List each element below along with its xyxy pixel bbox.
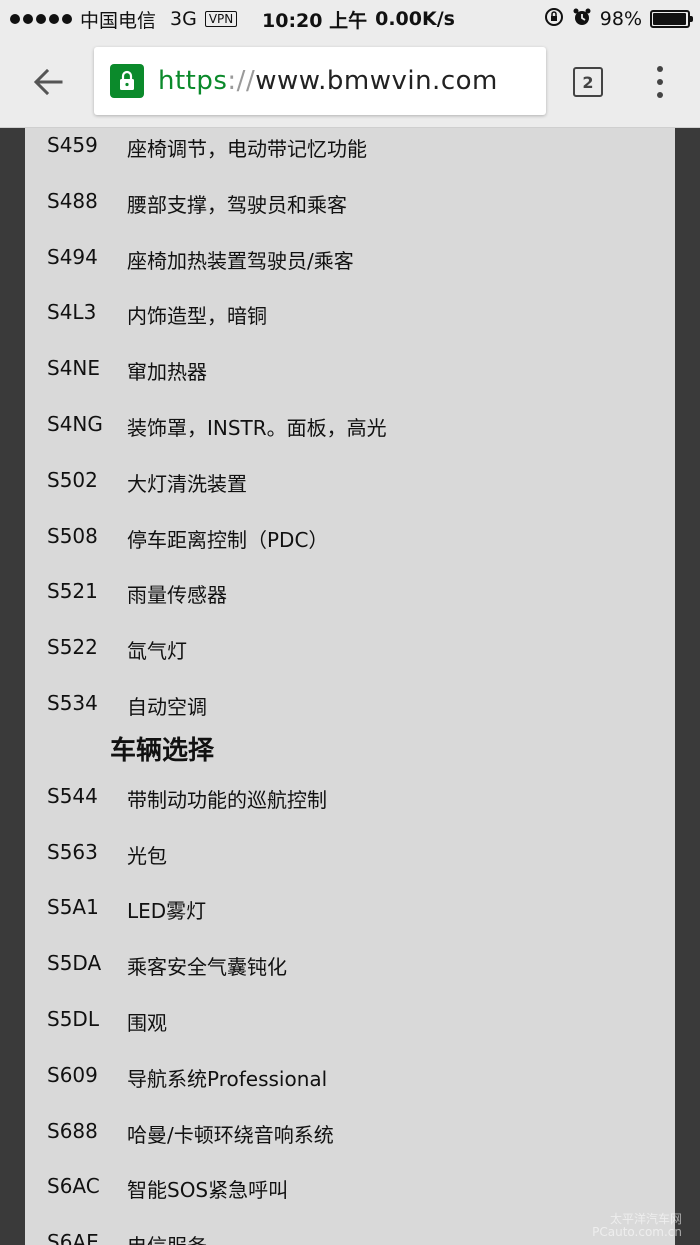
option-code: S563 bbox=[47, 839, 98, 864]
option-description: 氙气灯 bbox=[127, 639, 187, 664]
option-description: 装饰罩，INSTR。面板，高光 bbox=[127, 416, 387, 440]
battery-icon bbox=[650, 10, 693, 28]
option-code: S521 bbox=[47, 579, 98, 604]
option-description: LED雾灯 bbox=[127, 899, 207, 924]
network-type: 3G bbox=[170, 8, 197, 30]
option-row: S494 座椅加热装置驾驶员/乘客 bbox=[25, 245, 675, 301]
option-code: S688 bbox=[47, 1118, 98, 1143]
option-description: 电信服务 bbox=[127, 1230, 207, 1245]
option-description: 座椅加热装置驾驶员/乘客 bbox=[127, 248, 354, 273]
option-code: S459 bbox=[47, 133, 98, 157]
option-row: S508 停车距离控制（PDC） bbox=[25, 524, 675, 580]
option-row: S609 导航系统Professional bbox=[25, 1063, 675, 1119]
option-description: 雨量传感器 bbox=[127, 583, 227, 608]
rotation-lock-icon bbox=[544, 7, 564, 32]
option-row: S688 哈曼/卡顿环绕音响系统 bbox=[25, 1119, 675, 1175]
option-description: 大灯清洗装置 bbox=[127, 471, 247, 496]
tabs-icon[interactable]: 2 bbox=[573, 67, 603, 97]
option-row: S6AC 智能SOS紧急呼叫 bbox=[25, 1174, 675, 1230]
option-row: S521 雨量传感器 bbox=[25, 579, 675, 635]
option-row: S4L3 内饰造型，暗铜 bbox=[25, 300, 675, 356]
url-separator: :// bbox=[227, 66, 256, 96]
option-row: S5DL 围观 bbox=[25, 1007, 675, 1063]
option-code: S5DL bbox=[47, 1007, 99, 1031]
lock-icon bbox=[110, 64, 144, 98]
option-row: S5DA 乘客安全气囊钝化 bbox=[25, 951, 675, 1007]
option-row: S4NG 装饰罩，INSTR。面板，高光 bbox=[25, 412, 675, 468]
section-heading: 车辆选择 bbox=[110, 735, 215, 766]
option-code: S508 bbox=[47, 523, 98, 548]
option-description: 窜加热器 bbox=[127, 360, 207, 385]
option-code: S5A1 bbox=[47, 895, 99, 920]
option-description: 智能SOS紧急呼叫 bbox=[127, 1178, 289, 1203]
option-description: 自动空调 bbox=[127, 695, 207, 719]
alarm-icon bbox=[572, 7, 592, 32]
option-code: S522 bbox=[47, 635, 98, 660]
option-description: 座椅调节，电动带记忆功能 bbox=[127, 137, 367, 161]
option-description: 内饰造型，暗铜 bbox=[127, 304, 267, 329]
battery-percent: 98% bbox=[599, 8, 642, 30]
option-code: S502 bbox=[47, 467, 98, 492]
option-description: 围观 bbox=[127, 1011, 167, 1035]
address-bar[interactable]: https://www.bmwvin.com bbox=[94, 47, 546, 115]
option-code: S494 bbox=[47, 244, 98, 269]
option-row: S522 氙气灯 bbox=[25, 635, 675, 691]
url-scheme: https bbox=[158, 66, 228, 96]
status-bar: 中国电信 3G VPN 10:20 上午 0.00K/s 98% bbox=[0, 0, 700, 38]
status-left: 中国电信 3G VPN bbox=[10, 0, 238, 38]
option-description: 导航系统Professional bbox=[127, 1066, 328, 1091]
option-description: 腰部支撑，驾驶员和乘客 bbox=[127, 192, 347, 217]
option-row: S459 座椅调节，电动带记忆功能 bbox=[25, 133, 675, 189]
option-row: S5A1 LED雾灯 bbox=[25, 895, 675, 951]
option-description: 哈曼/卡顿环绕音响系统 bbox=[127, 1122, 334, 1147]
network-speed: 0.00K/s bbox=[375, 8, 455, 30]
option-code: S6AE bbox=[47, 1230, 99, 1245]
watermark: 太平洋汽车网 PCauto.com.cn bbox=[592, 1213, 682, 1239]
url-text: https://www.bmwvin.com bbox=[158, 66, 498, 96]
option-row: S6AE 电信服务 bbox=[25, 1230, 675, 1245]
option-code: S6AC bbox=[47, 1174, 100, 1199]
option-row: S488 腰部支撑，驾驶员和乘客 bbox=[25, 189, 675, 245]
browser-toolbar: https://www.bmwvin.com 2 bbox=[0, 38, 700, 128]
option-description: 乘客安全气囊钝化 bbox=[127, 955, 287, 980]
option-code: S544 bbox=[47, 783, 98, 808]
option-code: S5DA bbox=[47, 951, 102, 976]
option-description: 光包 bbox=[127, 843, 167, 868]
options-list: S459 座椅调节，电动带记忆功能 S488 腰部支撑，驾驶员和乘客 S494 座椅加热装… bbox=[25, 128, 675, 1245]
watermark-line-2: PCauto.com.cn bbox=[592, 1225, 682, 1239]
signal-strength-icon bbox=[10, 14, 72, 24]
option-code: S4L3 bbox=[47, 300, 97, 325]
vpn-badge: VPN bbox=[204, 11, 238, 27]
option-code: S4NE bbox=[47, 356, 101, 381]
option-code: S609 bbox=[47, 1062, 98, 1087]
status-right: 98% bbox=[544, 0, 693, 38]
battery-level-fill bbox=[653, 13, 687, 25]
carrier-label: 中国电信 bbox=[80, 9, 157, 32]
option-row: S544 带制动功能的巡航控制 bbox=[25, 784, 675, 840]
overflow-menu-icon[interactable] bbox=[652, 66, 668, 98]
option-row: S502 大灯清洗装置 bbox=[25, 468, 675, 524]
option-row: S563 光包 bbox=[25, 840, 675, 896]
option-code: S534 bbox=[47, 691, 98, 715]
option-description: 停车距离控制（PDC） bbox=[127, 527, 329, 552]
option-code: S488 bbox=[47, 188, 98, 213]
back-arrow-icon[interactable] bbox=[28, 62, 68, 102]
option-row: S4NE 窜加热器 bbox=[25, 356, 675, 412]
clock: 10:20 上午 bbox=[262, 9, 368, 32]
option-description: 带制动功能的巡航控制 bbox=[127, 787, 327, 812]
status-center: 10:20 上午 0.00K/s bbox=[262, 0, 455, 38]
option-code: S4NG bbox=[47, 412, 103, 436]
url-host: www.bmwvin.com bbox=[255, 66, 498, 96]
